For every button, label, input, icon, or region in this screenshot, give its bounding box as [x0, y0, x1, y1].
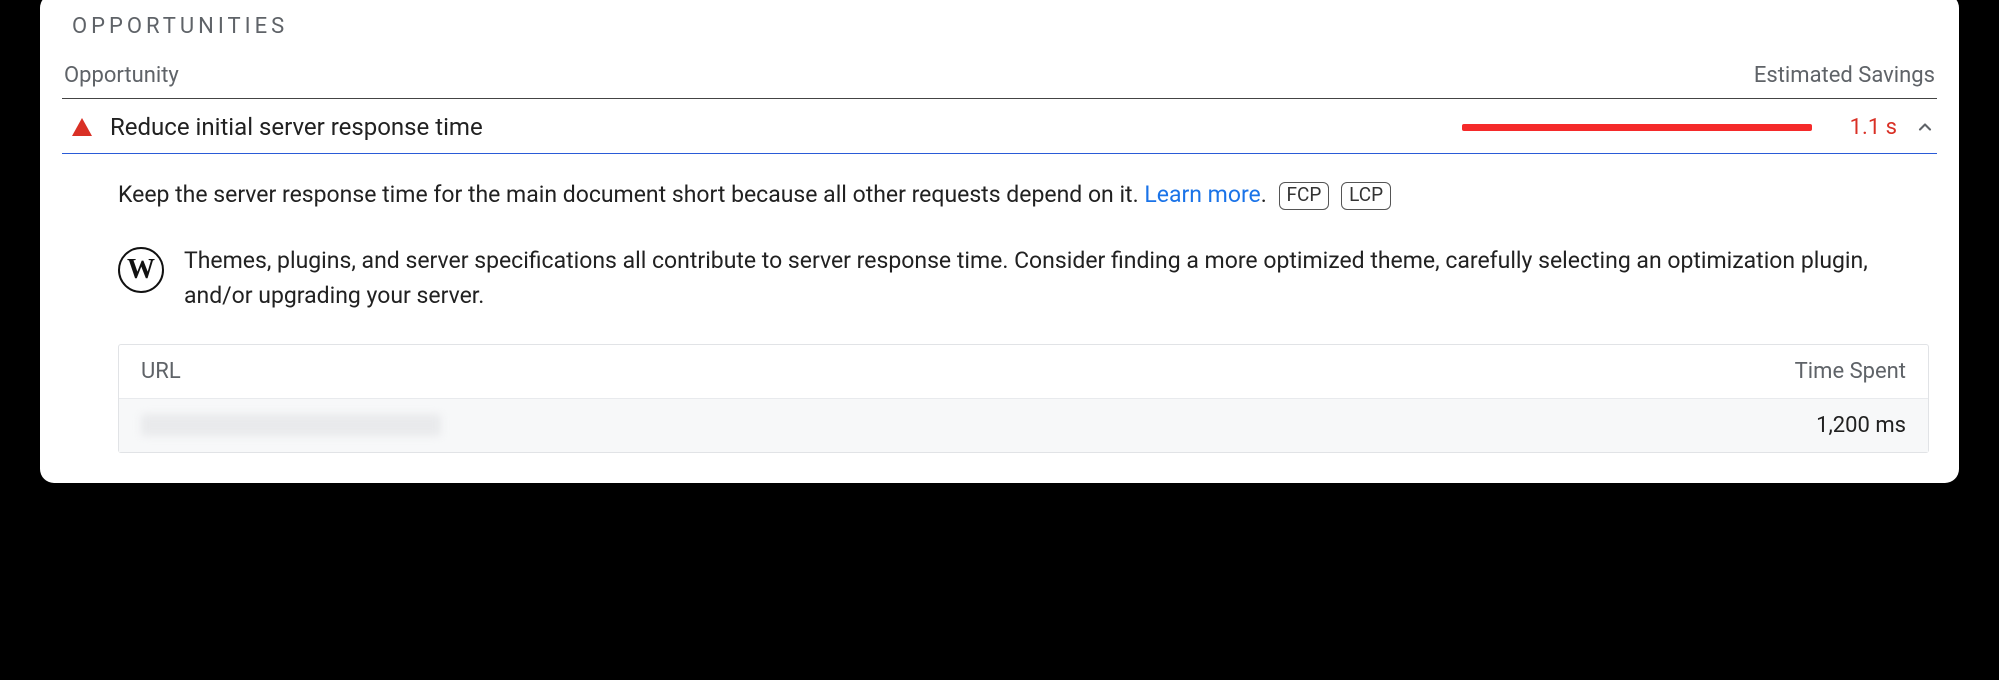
metric-badge-lcp: LCP [1341, 182, 1391, 210]
time-spent-column-header: Time Spent [1795, 359, 1906, 384]
opportunity-description: Keep the server response time for the ma… [118, 178, 1929, 213]
stack-pack-row: W Themes, plugins, and server specificat… [118, 243, 1929, 314]
wordpress-icon: W [118, 247, 164, 293]
opportunity-details: Keep the server response time for the ma… [62, 154, 1937, 453]
savings-value: 1.1 s [1842, 115, 1897, 140]
url-cell-redacted [141, 414, 441, 436]
opportunity-row[interactable]: Reduce initial server response time 1.1 … [62, 99, 1937, 154]
metric-badge-fcp: FCP [1279, 182, 1330, 210]
learn-more-link[interactable]: Learn more [1144, 181, 1260, 208]
stack-pack-text: Themes, plugins, and server specificatio… [184, 243, 1929, 314]
section-heading: OPPORTUNITIES [72, 14, 1937, 39]
url-table-row: 1,200 ms [119, 399, 1928, 452]
opportunity-title: Reduce initial server response time [110, 113, 1462, 141]
url-table-header: URL Time Spent [119, 345, 1928, 399]
savings-bar [1462, 124, 1812, 131]
description-period: . [1261, 181, 1267, 208]
fail-triangle-icon [72, 118, 92, 136]
column-header-opportunity: Opportunity [64, 63, 179, 88]
url-column-header: URL [141, 359, 181, 384]
time-spent-value: 1,200 ms [1816, 413, 1906, 438]
description-text: Keep the server response time for the ma… [118, 181, 1144, 208]
chevron-up-icon[interactable] [1915, 117, 1935, 137]
column-header-savings: Estimated Savings [1754, 63, 1935, 88]
opportunities-panel: OPPORTUNITIES Opportunity Estimated Savi… [40, 0, 1959, 483]
opportunities-table-header: Opportunity Estimated Savings [62, 63, 1937, 99]
url-table: URL Time Spent 1,200 ms [118, 344, 1929, 453]
